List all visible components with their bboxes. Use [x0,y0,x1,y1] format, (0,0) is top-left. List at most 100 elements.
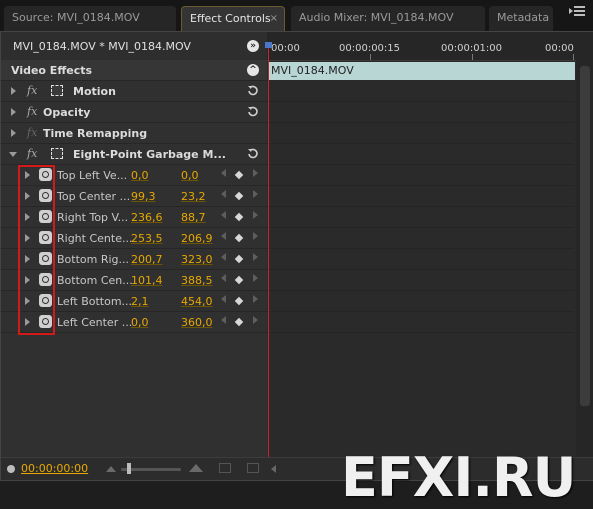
zoom-slider-thumb[interactable] [127,463,131,474]
next-keyframe-icon[interactable] [253,190,258,198]
effect-name: Eight-Point Garbage M... [73,148,226,161]
ruler-tick-label: 00:00 [271,43,300,54]
tab-effect-controls[interactable]: Effect Controls × [181,6,285,31]
fx-toggle-icon: fx [27,126,38,139]
param-y-value[interactable]: 23,2 [181,190,206,203]
panel-menu-icon[interactable] [569,4,585,18]
time-ruler[interactable]: 00:00 00:00:00:15 00:00:01:00 00:00 [267,32,593,61]
param-x-value[interactable]: 200,7 [131,253,163,266]
tab-source[interactable]: Source: MVI_0184.MOV [4,6,176,31]
effects-list: MVI_0184.MOV * MVI_0184.MOV » Video Effe… [1,32,267,480]
param-x-value[interactable]: 99,3 [131,190,156,203]
previous-keyframe-icon[interactable] [221,169,226,177]
previous-keyframe-icon[interactable] [221,295,226,303]
next-keyframe-icon[interactable] [253,232,258,240]
reset-icon[interactable] [246,105,259,118]
reset-icon[interactable] [246,147,259,160]
param-x-value[interactable]: 253,5 [131,232,163,245]
previous-keyframe-icon[interactable] [221,232,226,240]
param-x-value[interactable]: 0,0 [131,169,149,182]
playhead-handle[interactable] [265,42,272,48]
param-y-value[interactable]: 206,9 [181,232,213,245]
ruler-tick [573,54,574,60]
param-label: Right Cente... [57,232,133,245]
param-x-value[interactable]: 101,4 [131,274,163,287]
next-keyframe-icon[interactable] [253,316,258,324]
scrollbar-thumb[interactable] [580,66,590,406]
tab-audio-mixer[interactable]: Audio Mixer: MVI_0184.MOV [291,6,485,31]
fx-toggle-icon[interactable]: fx [27,105,37,118]
param-label: Top Center ... [57,190,131,203]
transform-icon[interactable] [51,85,63,96]
tab-effect-controls-label: Effect Controls [190,12,271,25]
add-keyframe-icon[interactable] [234,191,244,201]
previous-keyframe-icon[interactable] [221,274,226,282]
expand-triangle-icon[interactable] [11,108,16,116]
param-label: Right Top V... [57,211,129,224]
effect-row-time-remapping[interactable]: fx Time Remapping [1,123,267,144]
previous-keyframe-icon[interactable] [221,190,226,198]
mask-transform-icon[interactable] [51,148,63,159]
next-keyframe-icon[interactable] [253,295,258,303]
add-keyframe-icon[interactable] [234,317,244,327]
effect-row-motion[interactable]: fx Motion [1,81,267,102]
param-y-value[interactable]: 0,0 [181,169,199,182]
expand-triangle-icon[interactable] [11,129,16,137]
param-y-value[interactable]: 388,5 [181,274,213,287]
playhead[interactable] [265,42,272,460]
zoom-out-icon[interactable] [106,466,116,472]
timeline-row [267,207,574,228]
param-label: Bottom Rig... [57,253,130,266]
timeline-row [267,270,574,291]
param-y-value[interactable]: 454,0 [181,295,213,308]
vertical-scrollbar[interactable] [576,60,593,458]
effect-row-opacity[interactable]: fx Opacity [1,102,267,123]
show-hide-timeline-icon[interactable]: » [247,40,259,52]
play-audio-icon[interactable] [219,463,231,473]
expand-triangle-icon[interactable] [11,87,16,95]
timeline-row [267,81,574,102]
effect-name: Motion [73,85,116,98]
timeline-row [267,186,574,207]
next-keyframe-icon[interactable] [253,274,258,282]
fx-toggle-icon[interactable]: fx [27,84,37,97]
add-keyframe-icon[interactable] [234,254,244,264]
add-keyframe-icon[interactable] [234,275,244,285]
previous-keyframe-icon[interactable] [221,211,226,219]
param-x-value[interactable]: 2,1 [131,295,149,308]
add-keyframe-icon[interactable] [234,212,244,222]
param-y-value[interactable]: 360,0 [181,316,213,329]
next-keyframe-icon[interactable] [253,169,258,177]
param-y-value[interactable]: 88,7 [181,211,206,224]
panel-tab-bar: Source: MVI_0184.MOV Effect Controls × A… [0,0,593,31]
previous-keyframe-icon[interactable] [221,253,226,261]
next-keyframe-icon[interactable] [253,211,258,219]
close-icon[interactable]: × [270,7,278,31]
zoom-in-icon[interactable] [189,464,203,472]
previous-keyframe-icon[interactable] [221,316,226,324]
add-keyframe-icon[interactable] [234,170,244,180]
add-keyframe-icon[interactable] [234,233,244,243]
tab-source-label: Source: MVI_0184.MOV [12,11,140,24]
tab-metadata[interactable]: Metadata [489,6,553,31]
timecode[interactable]: 00:00:00:00 [21,462,88,475]
effect-row-garbage-matte[interactable]: fx Eight-Point Garbage M... [1,144,267,165]
param-x-value[interactable]: 236,6 [131,211,163,224]
ruler-tick [370,54,371,60]
ruler-tick-label: 00:00:01:00 [441,43,503,54]
collapse-icon[interactable]: ^ [247,64,259,76]
next-keyframe-icon[interactable] [253,253,258,261]
reset-icon[interactable] [246,84,259,97]
collapse-triangle-icon[interactable] [9,152,17,161]
loop-audio-icon[interactable] [247,463,259,473]
fx-toggle-icon[interactable]: fx [27,147,37,160]
scroll-left-icon[interactable] [271,465,276,473]
param-x-value[interactable]: 0,0 [131,316,149,329]
add-keyframe-icon[interactable] [234,296,244,306]
timeline-row [267,249,574,270]
timeline-row [267,123,574,144]
timeline-row [267,144,574,165]
param-y-value[interactable]: 323,0 [181,253,213,266]
timeline-clip[interactable]: MVI_0184.MOV [268,62,575,80]
timeline-clip-label: MVI_0184.MOV [271,64,354,77]
